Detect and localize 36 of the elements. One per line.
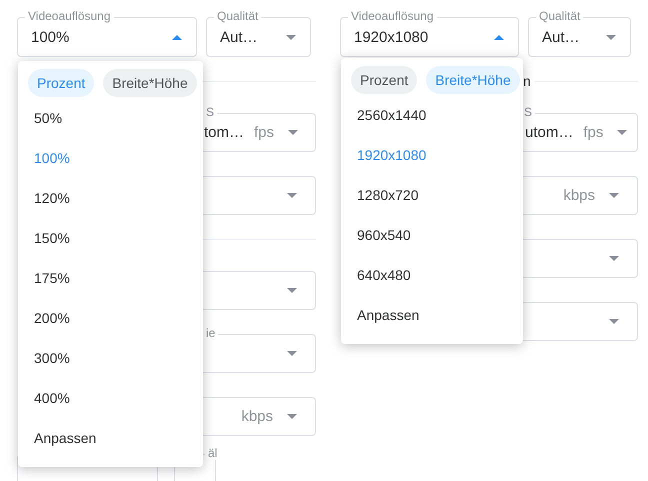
caret-icon xyxy=(617,130,628,135)
field-label: Qualität xyxy=(214,9,262,23)
caret-icon xyxy=(609,256,619,261)
dropdown-option[interactable]: 960x540 xyxy=(341,215,523,255)
caret-icon xyxy=(288,130,298,135)
section-title: n xyxy=(523,73,531,89)
select-value: 1920x1080 xyxy=(354,28,430,46)
select-value: utom… xyxy=(525,124,574,141)
select-value: Aut… xyxy=(542,28,581,46)
select-value: tom… xyxy=(204,124,244,141)
dropdown-option[interactable]: Anpassen xyxy=(341,295,523,335)
dropdown-option[interactable]: 640x480 xyxy=(341,255,523,295)
dropdown-option[interactable]: 175% xyxy=(18,258,203,298)
unit-label: kbps xyxy=(240,408,273,425)
unit-label: fps xyxy=(253,124,274,141)
select-value: Aut… xyxy=(220,28,259,46)
unit-label: fps xyxy=(582,124,604,141)
dropdown-option[interactable]: 120% xyxy=(18,178,203,218)
dropdown-option[interactable]: 200% xyxy=(18,298,203,338)
caret-icon xyxy=(287,288,297,293)
unit-label: kbps xyxy=(562,187,595,204)
dropdown-option[interactable]: 300% xyxy=(18,338,203,378)
caret-icon xyxy=(287,193,297,198)
caret-icon xyxy=(287,351,297,356)
caret-icon xyxy=(609,319,619,324)
field-label: ie xyxy=(203,326,218,340)
mode-tab[interactable]: Prozent xyxy=(351,66,418,94)
field-label: Videoauflösung xyxy=(25,9,114,23)
select-value: 100% xyxy=(31,28,70,46)
mode-tab[interactable]: Breite*Höhe xyxy=(103,69,197,97)
field-label: S xyxy=(203,105,218,119)
dropdown-option[interactable]: 150% xyxy=(18,218,203,258)
field-label: Videoauflösung xyxy=(348,9,437,23)
field-label: Qualität xyxy=(536,9,584,23)
caret-icon xyxy=(609,193,619,198)
caret-icon xyxy=(287,414,297,419)
